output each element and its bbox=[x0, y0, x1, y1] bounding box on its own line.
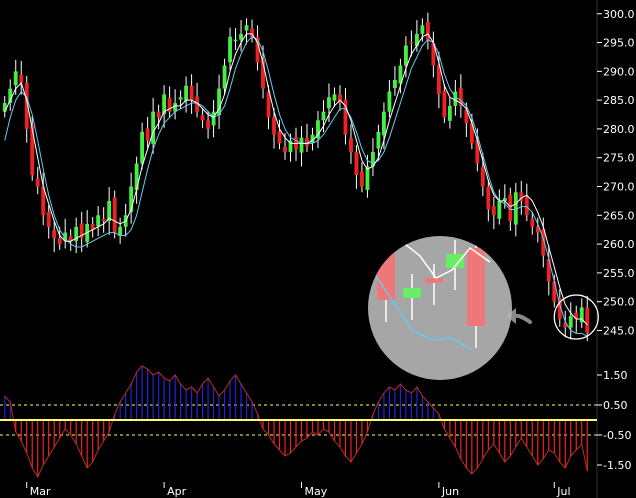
date-tick-label: Jul bbox=[556, 485, 570, 498]
candle-down bbox=[189, 85, 194, 101]
candle-up bbox=[151, 111, 156, 144]
candle-down bbox=[486, 186, 491, 210]
date-tick-label: Jun bbox=[441, 485, 459, 498]
candle-down bbox=[349, 138, 353, 152]
stock-chart: 300.0 295.0 290.0 285.0 280.0 275.0 270.0 265.0… bbox=[0, 0, 636, 498]
magnified-candle-up bbox=[403, 288, 421, 298]
candle-down bbox=[530, 218, 535, 227]
magnified-candle-down bbox=[467, 248, 485, 326]
candle-up bbox=[376, 131, 381, 149]
candle-down bbox=[46, 211, 51, 227]
candle-down bbox=[409, 41, 414, 44]
indicator-tick-label: 1.50 bbox=[603, 369, 628, 382]
date-tick-label: Apr bbox=[167, 485, 187, 498]
price-tick-label: 285.0 bbox=[603, 94, 635, 107]
candle-down bbox=[360, 171, 364, 187]
candle-up bbox=[244, 25, 249, 31]
candle-down bbox=[480, 166, 485, 187]
candle-up bbox=[2, 103, 7, 112]
candle-up bbox=[178, 97, 183, 100]
price-tick-label: 265.0 bbox=[603, 209, 635, 222]
price-tick-label: 270.0 bbox=[603, 181, 635, 194]
candle-up bbox=[321, 111, 326, 121]
candle-down bbox=[283, 146, 287, 152]
candle-up bbox=[403, 45, 408, 66]
candle-down bbox=[305, 137, 309, 147]
candle-down bbox=[425, 21, 430, 40]
candle-up bbox=[420, 25, 425, 34]
candle-down bbox=[57, 238, 62, 245]
candle-down bbox=[156, 111, 161, 118]
price-tick-label: 250.0 bbox=[603, 296, 635, 309]
candle-up bbox=[134, 163, 139, 190]
candle-up bbox=[211, 111, 216, 126]
price-tick-label: 290.0 bbox=[603, 65, 635, 78]
candle-up bbox=[299, 137, 304, 153]
price-tick-label: 275.0 bbox=[603, 152, 635, 165]
candle-up bbox=[96, 215, 101, 227]
date-tick-label: Mar bbox=[30, 485, 51, 498]
candle-down bbox=[35, 178, 40, 187]
price-tick-label: 255.0 bbox=[603, 267, 635, 280]
candle-down bbox=[585, 307, 590, 334]
price-tick-label: 245.0 bbox=[603, 324, 635, 337]
candle-up bbox=[568, 316, 573, 328]
candle-down bbox=[277, 131, 282, 144]
candle-down bbox=[475, 139, 480, 164]
candle-up bbox=[447, 105, 452, 121]
candle-down bbox=[30, 125, 35, 175]
chart-stage: 300.0 295.0 290.0 285.0 280.0 275.0 270.0 265.0… bbox=[0, 0, 636, 498]
price-tick-label: 260.0 bbox=[603, 238, 635, 251]
candle-up bbox=[233, 39, 238, 42]
candle-down bbox=[101, 218, 106, 222]
candle-up bbox=[228, 36, 232, 63]
candle-up bbox=[222, 65, 227, 89]
indicator-tick-label: -0.50 bbox=[603, 429, 631, 442]
candle-up bbox=[173, 103, 178, 112]
candle-up bbox=[140, 131, 145, 164]
candle-down bbox=[112, 197, 117, 233]
candle-up bbox=[184, 85, 189, 101]
candle-down bbox=[200, 115, 205, 121]
candle-up bbox=[497, 200, 502, 219]
candle-down bbox=[52, 230, 57, 239]
candle-down bbox=[272, 117, 276, 135]
candle-down bbox=[442, 90, 447, 118]
candle-down bbox=[491, 206, 496, 216]
candle-up bbox=[13, 71, 18, 86]
price-tick-label: 300.0 bbox=[603, 8, 635, 21]
indicator-tick-label: 0.50 bbox=[603, 399, 628, 412]
candle-down bbox=[206, 120, 210, 129]
candle-up bbox=[327, 97, 331, 109]
price-tick-label: 280.0 bbox=[603, 123, 635, 136]
candle-up bbox=[365, 166, 370, 190]
candle-up bbox=[332, 94, 337, 101]
candle-down bbox=[354, 151, 359, 175]
magnified-candle-down bbox=[425, 278, 443, 283]
candle-down bbox=[552, 281, 557, 302]
candle-up bbox=[382, 111, 386, 136]
price-tick-label: 295.0 bbox=[603, 37, 635, 50]
candle-up bbox=[387, 91, 392, 112]
candle-up bbox=[453, 91, 458, 106]
candle-down bbox=[19, 74, 24, 83]
date-tick-label: May bbox=[304, 485, 327, 498]
candle-up bbox=[392, 79, 397, 89]
candle-up bbox=[239, 33, 243, 40]
candle-down bbox=[145, 128, 150, 141]
indicator-tick-label: -1.50 bbox=[603, 459, 631, 472]
